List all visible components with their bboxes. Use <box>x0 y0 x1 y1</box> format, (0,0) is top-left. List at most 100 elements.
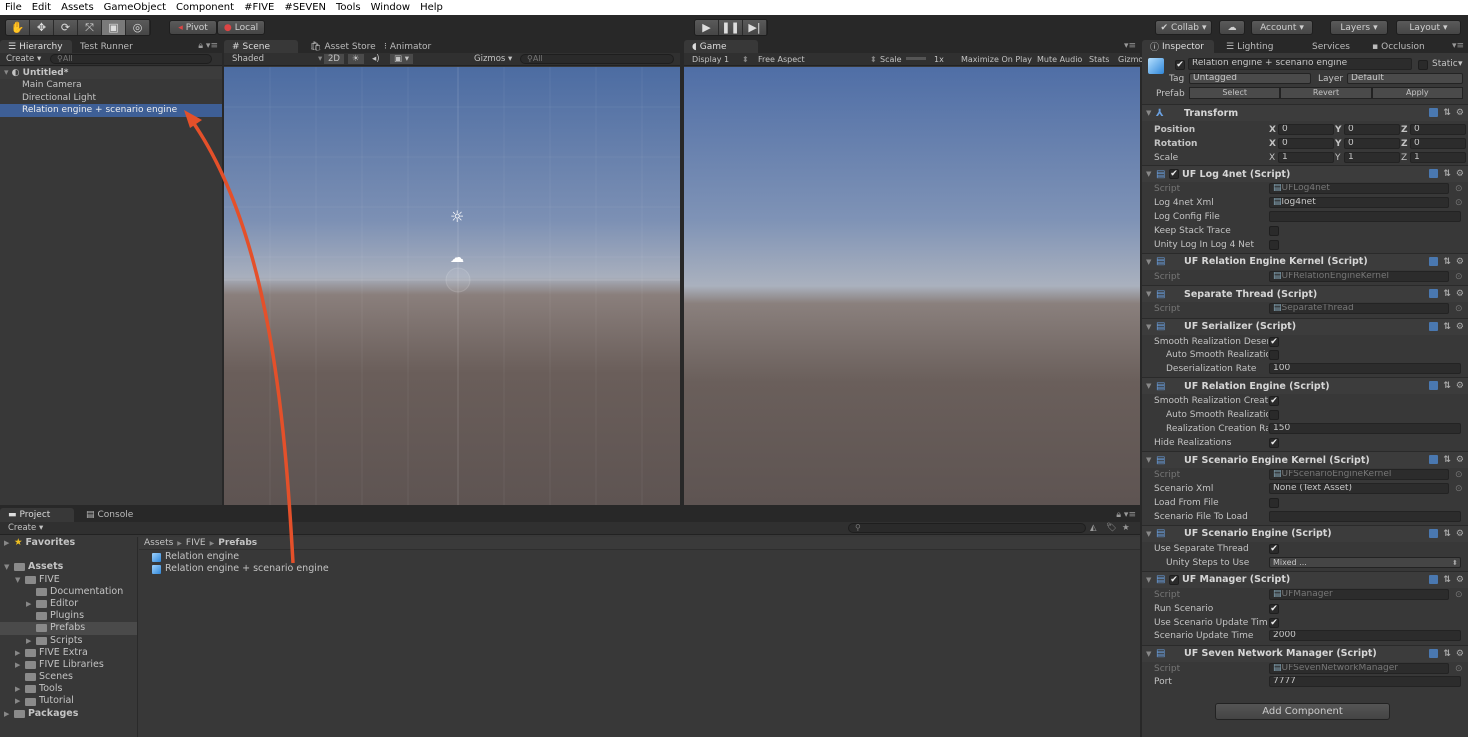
scene-search-input[interactable]: ⚲All <box>520 54 674 64</box>
gear-icon[interactable]: ⚙ <box>1456 322 1464 332</box>
tab-game[interactable]: ◖ Game <box>684 40 758 53</box>
transform-y-input[interactable]: 0 <box>1344 124 1400 135</box>
asset-item[interactable]: Relation engine <box>152 551 329 563</box>
folder-item[interactable]: ▶ FIVE Libraries <box>0 659 137 671</box>
help-book-icon[interactable] <box>1429 648 1439 658</box>
object-picker-icon[interactable]: ⊙ <box>1455 470 1463 480</box>
prefab-revert-button[interactable]: Revert <box>1280 87 1372 99</box>
layer-dropdown[interactable]: Default <box>1347 73 1463 84</box>
move-tool-icon[interactable]: ✥ <box>30 20 54 35</box>
2d-toggle[interactable]: 2D <box>324 54 344 64</box>
component-header[interactable]: ▼ ▤ UF Relation Engine Kernel (Script) ⇅ ⚙ <box>1142 252 1468 270</box>
foldout-arrow-icon[interactable]: ▶ <box>4 537 14 549</box>
gear-icon[interactable]: ⚙ <box>1456 289 1464 299</box>
preset-icon[interactable]: ⇅ <box>1443 649 1451 659</box>
panel-menu-icon[interactable]: ▾≡ <box>1124 41 1136 51</box>
property-input[interactable] <box>1269 211 1461 222</box>
property-input[interactable]: 2000 <box>1269 630 1461 642</box>
menu-tools[interactable]: Tools <box>336 2 361 13</box>
scene-root[interactable]: ▾ ◐ Untitled* <box>0 67 222 80</box>
tab-console[interactable]: ▤ Console <box>78 508 141 522</box>
maximize-on-play-toggle[interactable]: Maximize On Play <box>961 55 1032 64</box>
folder-item[interactable]: ▶ FIVE Extra <box>0 647 137 659</box>
property-checkbox[interactable]: ✔ <box>1269 336 1279 347</box>
effects-dropdown-icon[interactable]: ▣ ▾ <box>390 54 413 64</box>
folder-item[interactable]: ▶ Packages <box>0 708 137 720</box>
panel-menu-icon[interactable]: 🔒︎ ▾≡ <box>198 41 218 51</box>
menu-assets[interactable]: Assets <box>61 2 94 13</box>
property-checkbox[interactable] <box>1269 225 1279 236</box>
tab-project[interactable]: ▬ Project <box>0 508 74 522</box>
tab-animator[interactable]: ⁝ Animator <box>376 40 439 53</box>
panel-menu-icon[interactable]: ▾≡ <box>1452 41 1464 51</box>
breadcrumb-prefabs[interactable]: Prefabs <box>218 538 257 548</box>
foldout-arrow-icon[interactable]: ▼ <box>1146 258 1156 266</box>
foldout-arrow-icon[interactable]: ▼ <box>1146 382 1156 390</box>
lighting-toggle-icon[interactable]: ☀ <box>348 54 364 64</box>
transform-z-input[interactable]: 0 <box>1410 137 1466 149</box>
foldout-arrow-icon[interactable]: ▼ <box>1146 530 1156 538</box>
folder-item[interactable]: ▶ Scripts <box>0 635 137 647</box>
tab-inspector[interactable]: ⓘ Inspector <box>1142 40 1214 53</box>
aspect-dropdown[interactable]: Free Aspect <box>758 55 805 64</box>
help-book-icon[interactable] <box>1429 455 1439 465</box>
foldout-arrow-icon[interactable]: ▶ <box>15 659 25 671</box>
gear-icon[interactable]: ⚙ <box>1456 381 1464 391</box>
help-book-icon[interactable] <box>1429 381 1439 391</box>
gear-icon[interactable]: ⚙ <box>1456 169 1464 179</box>
component-header[interactable]: ▼ ▤ ✔ UF Log 4net (Script) ⇅ ⚙ <box>1142 165 1468 183</box>
menu-help[interactable]: Help <box>420 2 443 13</box>
preset-icon[interactable]: ⇅ <box>1443 169 1451 179</box>
gear-icon[interactable]: ⚙ <box>1456 575 1464 585</box>
filter-label-icon[interactable]: 🏷︎ <box>1106 523 1117 533</box>
help-book-icon[interactable] <box>1429 108 1439 117</box>
prefab-select-button[interactable]: Select <box>1189 87 1281 99</box>
preset-icon[interactable]: ⇅ <box>1443 257 1451 267</box>
object-picker-icon[interactable]: ⊙ <box>1455 198 1463 208</box>
pause-icon[interactable]: ❚❚ <box>719 20 743 35</box>
gizmos-dropdown[interactable]: Gizmos ▾ <box>474 54 512 64</box>
collab-button[interactable]: ✔ Collab ▾ <box>1155 20 1212 35</box>
component-header[interactable]: ▼ ▤ Separate Thread (Script) ⇅ ⚙ <box>1142 285 1468 303</box>
tab-scene[interactable]: # Scene <box>224 40 298 53</box>
menu-gameobject[interactable]: GameObject <box>104 2 166 13</box>
object-field[interactable]: None (Text Asset) <box>1269 482 1449 494</box>
property-checkbox[interactable] <box>1269 239 1279 250</box>
menu-five[interactable]: #FIVE <box>244 2 274 13</box>
folder-item[interactable]: Documentation <box>0 586 137 598</box>
menu-window[interactable]: Window <box>371 2 410 13</box>
property-checkbox[interactable] <box>1269 410 1279 421</box>
foldout-arrow-icon[interactable]: ▼ <box>1146 323 1156 331</box>
preset-icon[interactable]: ⇅ <box>1443 529 1451 539</box>
foldout-arrow-icon[interactable]: ▼ <box>4 561 14 573</box>
transform-tool-icon[interactable]: ◎ <box>126 20 150 35</box>
foldout-arrow-icon[interactable]: ▶ <box>15 695 25 707</box>
scale-slider[interactable] <box>906 57 926 60</box>
preset-icon[interactable]: ⇅ <box>1443 455 1451 465</box>
preset-icon[interactable]: ⇅ <box>1443 289 1451 299</box>
pivot-button[interactable]: ◂ Pivot <box>169 20 217 35</box>
active-checkbox[interactable]: ✔ <box>1175 60 1185 70</box>
folder-item[interactable]: Prefabs <box>0 622 137 635</box>
folder-item[interactable]: Plugins <box>0 610 137 622</box>
create-dropdown[interactable]: Create ▾ <box>0 523 43 533</box>
property-checkbox[interactable] <box>1269 497 1279 508</box>
folder-item[interactable]: ▼ FIVE <box>0 574 137 586</box>
foldout-arrow-icon[interactable]: ▼ <box>1146 290 1156 298</box>
folder-item[interactable]: ▶ Tools <box>0 683 137 695</box>
property-checkbox[interactable]: ✔ <box>1269 603 1279 614</box>
object-name-input[interactable]: Relation engine + scenario engine <box>1188 58 1412 70</box>
component-header[interactable]: ▼ ▤ UF Scenario Engine (Script) ⇅ ⚙ <box>1142 524 1468 542</box>
game-viewport[interactable] <box>684 67 1140 505</box>
object-picker-icon[interactable]: ⊙ <box>1455 304 1463 314</box>
preset-icon[interactable]: ⇅ <box>1443 108 1451 118</box>
property-input[interactable]: 150 <box>1269 423 1461 434</box>
foldout-arrow-icon[interactable]: ▶ <box>15 647 25 659</box>
tab-services[interactable]: Services <box>1304 40 1358 53</box>
preset-icon[interactable]: ⇅ <box>1443 381 1451 391</box>
hierarchy-item[interactable]: Relation engine + scenario engine <box>0 104 222 117</box>
tab-lighting[interactable]: ☰ Lighting <box>1218 40 1281 53</box>
gear-icon[interactable]: ⚙ <box>1456 529 1464 539</box>
foldout-arrow-icon[interactable]: ▼ <box>15 574 25 586</box>
prefab-apply-button[interactable]: Apply <box>1371 87 1463 99</box>
